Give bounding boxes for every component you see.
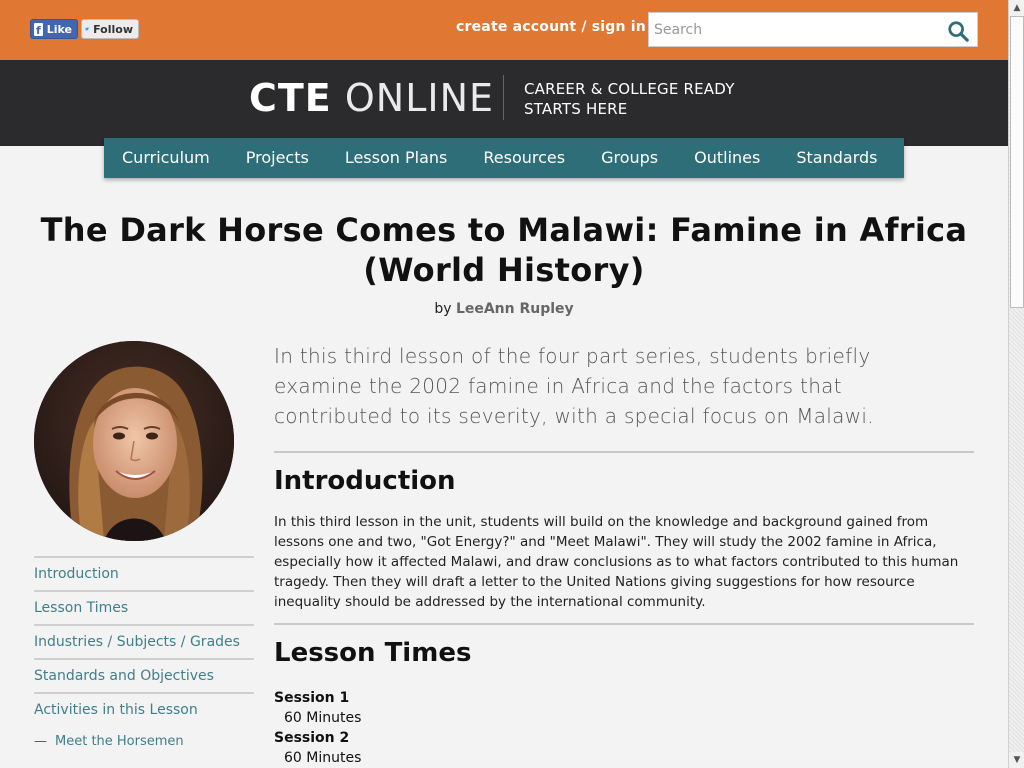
- session-list: Session 1 60 Minutes Session 2 60 Minute…: [274, 688, 361, 768]
- sidebar-item-industries-subjects-grades[interactable]: Industries / Subjects / Grades: [34, 624, 254, 658]
- facebook-icon: f: [34, 22, 43, 37]
- logo-divider: [503, 75, 504, 120]
- nav-item-resources[interactable]: Resources: [465, 138, 583, 178]
- nav-item-projects[interactable]: Projects: [228, 138, 327, 178]
- tagline-line-1: CAREER & COLLEGE READY: [524, 80, 735, 98]
- byline-prefix: by: [434, 301, 452, 317]
- sidebar-item-introduction[interactable]: Introduction: [34, 556, 254, 590]
- page-title: The Dark Horse Comes to Malawi: Famine i…: [20, 210, 988, 290]
- site-header: [0, 60, 1008, 146]
- session-title: Session 2: [274, 730, 350, 746]
- tagline-line-2: STARTS HERE: [524, 100, 628, 118]
- like-label: Like: [46, 22, 72, 36]
- sidebar-nav: Introduction Lesson Times Industries / S…: [34, 556, 254, 758]
- scroll-down-arrow-icon[interactable]: ▼: [1009, 752, 1024, 768]
- nav-item-lesson-plans[interactable]: Lesson Plans: [327, 138, 466, 178]
- social-buttons: f Like Follow: [30, 19, 139, 39]
- introduction-text: In this third lesson in the unit, studen…: [274, 514, 959, 610]
- session-title: Session 1: [274, 690, 350, 706]
- search-input[interactable]: [649, 13, 939, 46]
- sidebar-item-lesson-times[interactable]: Lesson Times: [34, 590, 254, 624]
- facebook-like-button[interactable]: f Like: [30, 19, 78, 39]
- introduction-heading: Introduction: [274, 466, 456, 496]
- main-nav: Curriculum Projects Lesson Plans Resourc…: [104, 138, 904, 178]
- twitter-icon: [85, 27, 89, 31]
- author-link[interactable]: LeeAnn Rupley: [456, 301, 574, 317]
- sidebar-item-activities[interactable]: Activities in this Lesson: [34, 692, 254, 726]
- author-photo: [34, 341, 234, 541]
- follow-label: Follow: [93, 22, 133, 36]
- sidebar-subitem-meet-the-horsemen[interactable]: — Meet the Horsemen: [34, 726, 254, 758]
- search-icon[interactable]: [947, 20, 969, 42]
- nav-item-standards[interactable]: Standards: [778, 138, 895, 178]
- lesson-times-heading: Lesson Times: [274, 638, 472, 668]
- twitter-follow-button[interactable]: Follow: [81, 19, 139, 39]
- create-account-sign-in-link[interactable]: create account / sign in: [456, 19, 646, 35]
- scrollbar-thumb[interactable]: [1010, 16, 1024, 308]
- nav-item-curriculum[interactable]: Curriculum: [104, 138, 228, 178]
- divider: [274, 623, 974, 625]
- top-bar: f Like Follow create account / sign in: [0, 0, 1008, 60]
- session-duration: 60 Minutes: [284, 750, 362, 766]
- site-logo[interactable]: CTE ONLINE: [249, 76, 494, 120]
- site-tagline: CAREER & COLLEGE READY STARTS HERE: [524, 79, 735, 119]
- page-title-line-1: The Dark Horse Comes to Malawi: Famine i…: [40, 211, 968, 249]
- search-box: [648, 12, 978, 47]
- vertical-scrollbar[interactable]: ▲ ▼: [1008, 0, 1024, 768]
- byline: by LeeAnn Rupley: [0, 301, 1008, 317]
- page-title-line-2: (World History): [363, 251, 645, 289]
- session-duration: 60 Minutes: [284, 710, 362, 726]
- nav-item-outlines[interactable]: Outlines: [676, 138, 778, 178]
- divider: [274, 451, 974, 453]
- logo-light-text: ONLINE: [344, 76, 495, 120]
- author-avatar: [34, 341, 234, 541]
- sidebar-item-standards-objectives[interactable]: Standards and Objectives: [34, 658, 254, 692]
- nav-item-groups[interactable]: Groups: [583, 138, 676, 178]
- scroll-up-arrow-icon[interactable]: ▲: [1009, 0, 1024, 16]
- logo-bold-text: CTE: [249, 76, 332, 120]
- sidebar-subitem-label: Meet the Horsemen: [55, 734, 184, 749]
- sub-item-marker: —: [34, 734, 47, 749]
- lesson-summary: In this third lesson of the four part se…: [274, 344, 874, 428]
